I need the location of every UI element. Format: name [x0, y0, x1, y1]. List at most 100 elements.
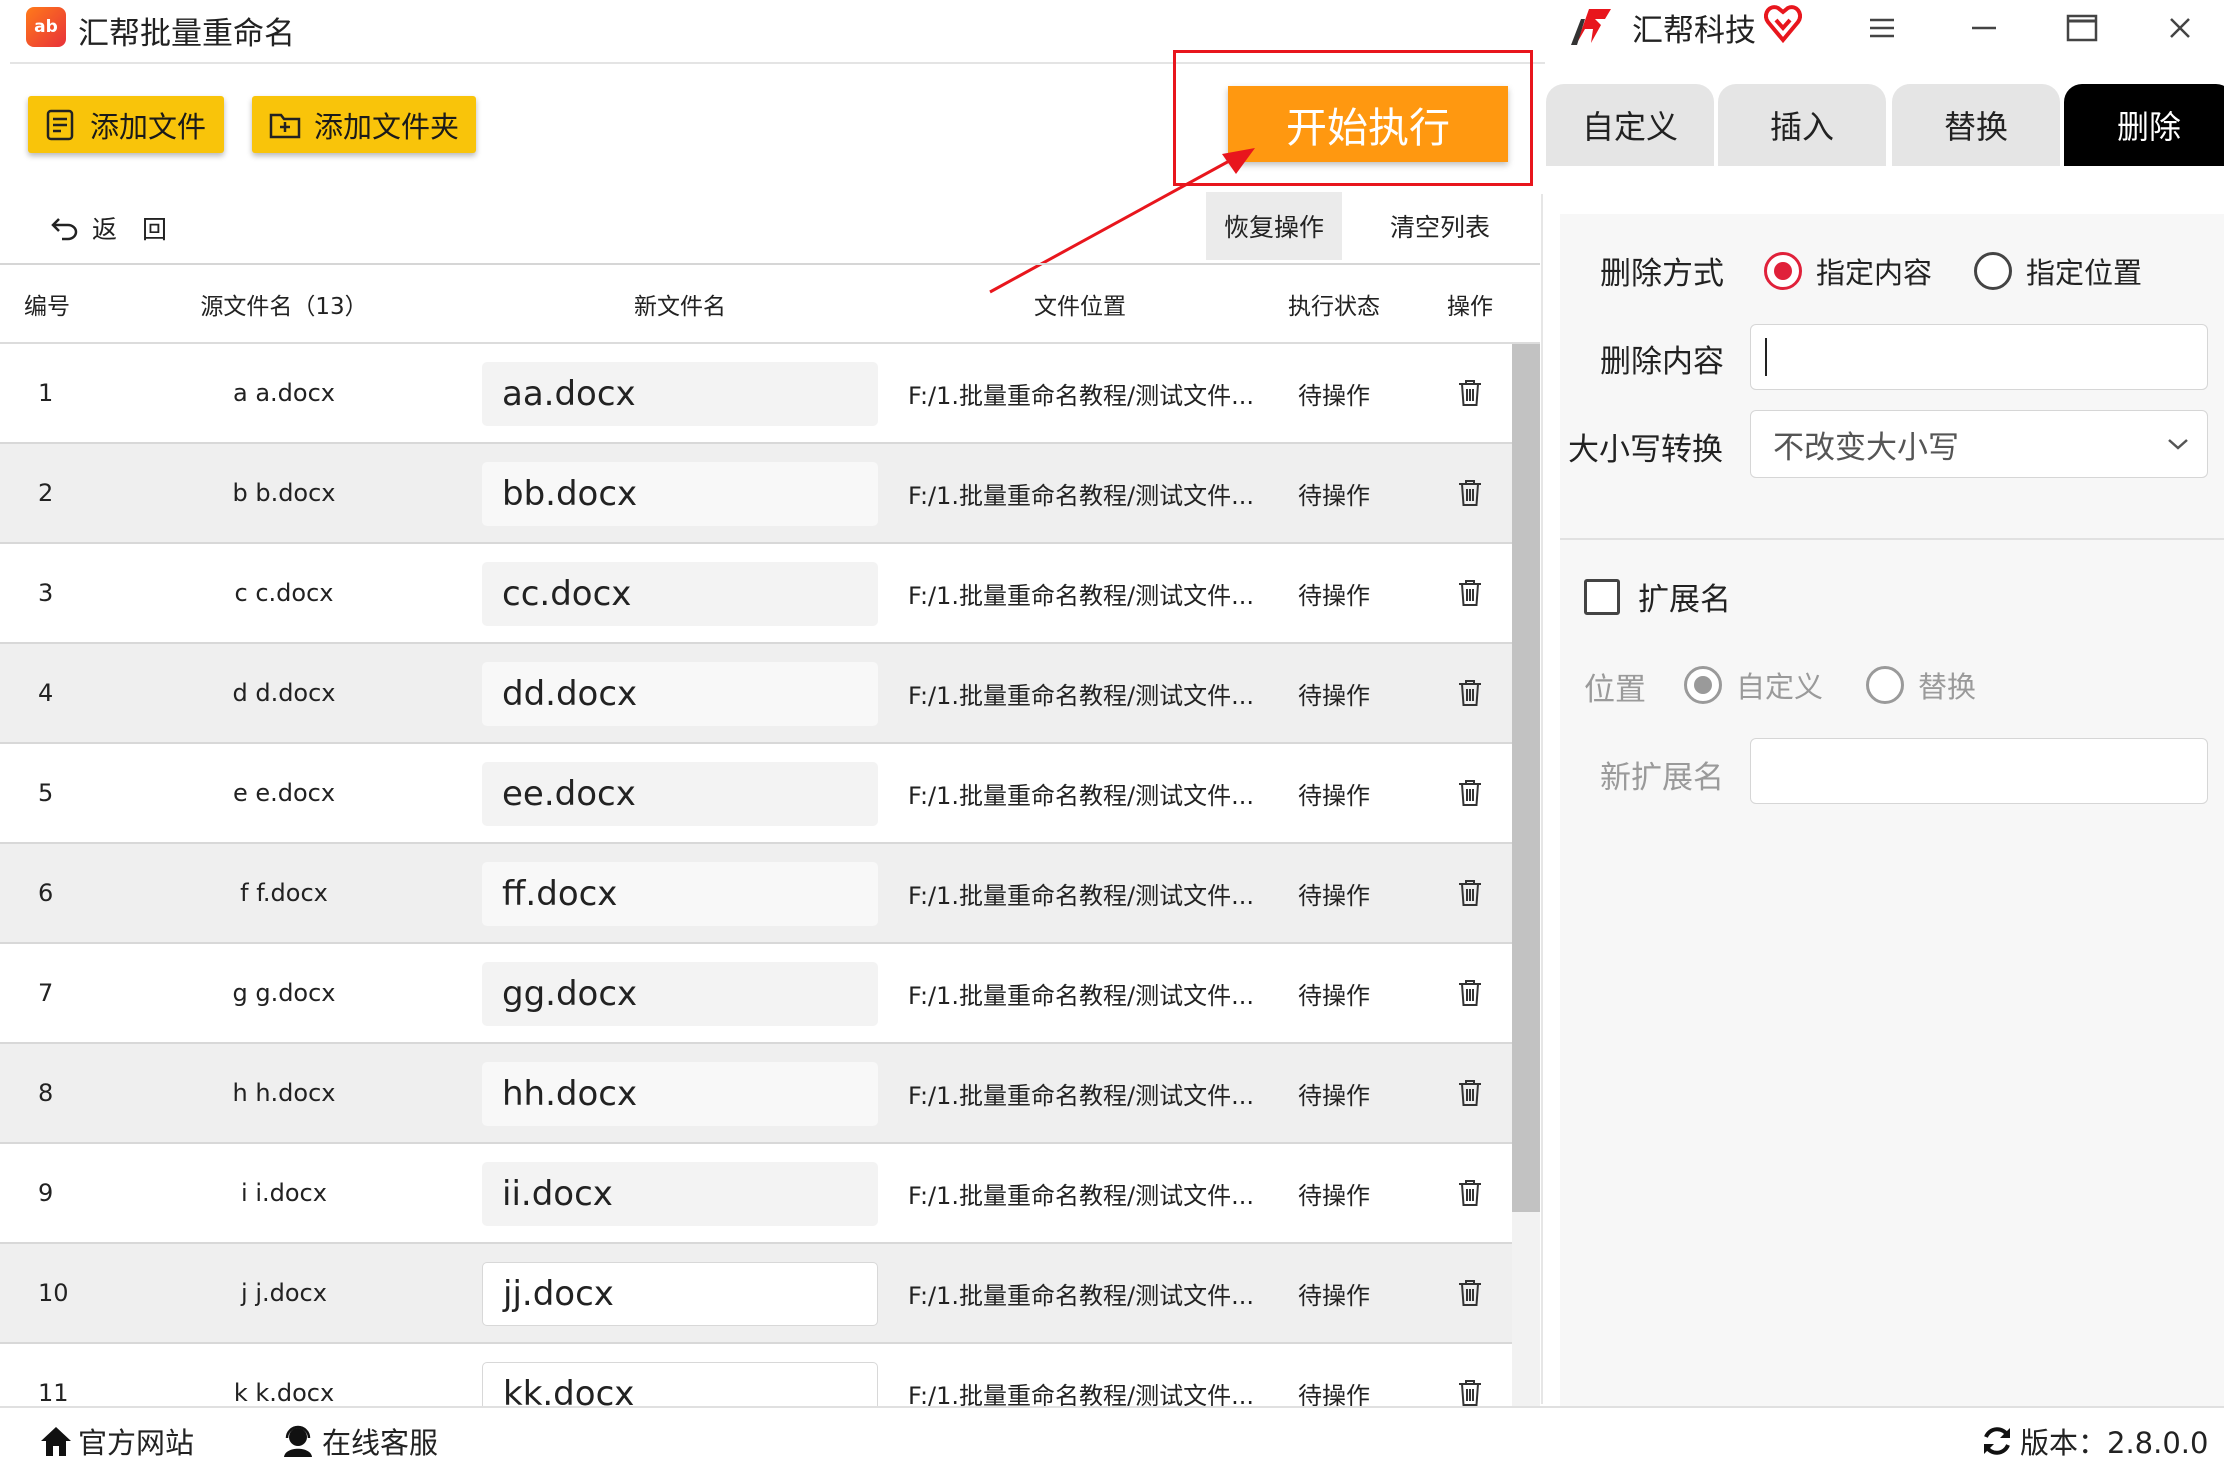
file-list-icon	[46, 109, 74, 140]
tab-insert[interactable]: 插入	[1718, 84, 1886, 166]
table-row: 10 j j.docx jj.docx F:/1.批量重命名教程/测试文件...…	[0, 1244, 1512, 1344]
table-row: 1 a a.docx aa.docx F:/1.批量重命名教程/测试文件... …	[0, 344, 1512, 444]
add-folder-button[interactable]: 添加文件夹	[252, 96, 476, 153]
row-source-name: d d.docx	[232, 679, 336, 707]
case-conversion-value: 不改变大小写	[1773, 429, 1959, 466]
trash-icon[interactable]	[1450, 1044, 1490, 1142]
radio-selected-icon	[1684, 666, 1722, 704]
radio-specified-position[interactable]: 指定位置	[1974, 250, 2142, 292]
back-button[interactable]: 返 回	[50, 208, 167, 248]
home-icon	[41, 1427, 71, 1456]
row-location: F:/1.批量重命名教程/测试文件...	[908, 681, 1254, 710]
restore-button[interactable]: 恢复操作	[1206, 192, 1342, 260]
row-status: 待操作	[1298, 781, 1370, 810]
row-source-name: k k.docx	[233, 1379, 335, 1406]
tab-custom[interactable]: 自定义	[1546, 84, 1714, 166]
new-extension-input[interactable]	[1750, 738, 2208, 804]
trash-icon[interactable]	[1450, 444, 1490, 542]
back-arrow-icon	[51, 218, 78, 241]
column-header-source: 源文件名（13）	[200, 294, 368, 320]
trash-icon[interactable]	[1450, 344, 1490, 442]
trash-icon[interactable]	[1450, 944, 1490, 1042]
row-location: F:/1.批量重命名教程/测试文件...	[908, 881, 1254, 910]
rule-tabs: 自定义 插入 替换 删除	[1542, 84, 2224, 166]
checkbox-unchecked-icon	[1584, 578, 1620, 615]
row-id: 7	[38, 979, 54, 1007]
row-location: F:/1.批量重命名教程/测试文件...	[908, 481, 1254, 510]
row-status: 待操作	[1298, 681, 1370, 710]
row-new-name-input[interactable]: ff.docx	[482, 862, 878, 926]
brand-name: 汇帮科技	[1632, 13, 1756, 49]
radio-extension-replace-label: 替换	[1918, 670, 1977, 704]
row-new-name-input[interactable]: hh.docx	[482, 1062, 878, 1126]
table-row: 7 g g.docx gg.docx F:/1.批量重命名教程/测试文件... …	[0, 944, 1512, 1044]
row-location: F:/1.批量重命名教程/测试文件...	[908, 1381, 1254, 1407]
online-service-link[interactable]: 在线客服	[280, 1420, 438, 1462]
table-scrollbar-thumb[interactable]	[1512, 344, 1540, 1212]
tab-replace[interactable]: 替换	[1892, 84, 2060, 166]
tab-delete[interactable]: 删除	[2064, 84, 2224, 166]
radio-selected-icon	[1764, 252, 1802, 290]
row-status: 待操作	[1298, 1281, 1370, 1310]
trash-icon[interactable]	[1450, 744, 1490, 842]
row-new-name-input[interactable]: jj.docx	[482, 1262, 878, 1326]
row-id: 2	[38, 479, 54, 507]
add-folder-label: 添加文件夹	[314, 109, 460, 144]
file-table-body: 1 a a.docx aa.docx F:/1.批量重命名教程/测试文件... …	[0, 344, 1512, 1406]
row-new-name-input[interactable]: kk.docx	[482, 1362, 878, 1406]
app-title: 汇帮批量重命名	[78, 16, 295, 52]
heart-icon[interactable]	[1764, 4, 1802, 44]
column-header-new-name: 新文件名	[634, 294, 726, 320]
row-new-name-input[interactable]: gg.docx	[482, 962, 878, 1026]
row-new-name-input[interactable]: cc.docx	[482, 562, 878, 626]
trash-icon[interactable]	[1450, 844, 1490, 942]
start-button[interactable]: 开始执行	[1228, 86, 1508, 162]
row-location: F:/1.批量重命名教程/测试文件...	[908, 1181, 1254, 1210]
table-header: 编号 源文件名（13） 新文件名 文件位置 执行状态 操作	[0, 265, 1540, 343]
radio-extension-custom-label: 自定义	[1736, 670, 1824, 704]
trash-icon[interactable]	[1450, 544, 1490, 642]
minimize-icon[interactable]	[1956, 8, 2012, 48]
row-location: F:/1.批量重命名教程/测试文件...	[908, 981, 1254, 1010]
column-header-location: 文件位置	[1034, 294, 1126, 320]
version-info[interactable]: 版本：2.8.0.0	[1980, 1420, 2208, 1462]
delete-mode-label: 删除方式	[1600, 256, 1724, 292]
delete-content-input[interactable]	[1750, 324, 2208, 390]
clear-list-button[interactable]: 清空列表	[1380, 192, 1500, 260]
delete-settings-panel	[1560, 214, 2224, 1406]
trash-icon[interactable]	[1450, 1344, 1490, 1406]
row-id: 10	[38, 1279, 69, 1307]
row-new-name-input[interactable]: dd.docx	[482, 662, 878, 726]
extension-checkbox[interactable]: 扩展名	[1584, 574, 1731, 619]
table-row: 6 f f.docx ff.docx F:/1.批量重命名教程/测试文件... …	[0, 844, 1512, 944]
row-source-name: a a.docx	[233, 379, 335, 407]
case-conversion-label: 大小写转换	[1568, 432, 1723, 468]
close-icon[interactable]	[2152, 8, 2208, 48]
row-status: 待操作	[1298, 1381, 1370, 1407]
radio-specified-content[interactable]: 指定内容	[1764, 250, 1932, 292]
radio-extension-replace[interactable]: 替换	[1866, 664, 1976, 706]
trash-icon[interactable]	[1450, 1244, 1490, 1342]
row-status: 待操作	[1298, 481, 1370, 510]
menu-icon[interactable]	[1854, 8, 1910, 48]
row-location: F:/1.批量重命名教程/测试文件...	[908, 1281, 1254, 1310]
maximize-icon[interactable]	[2054, 8, 2110, 48]
row-new-name-input[interactable]: bb.docx	[482, 462, 878, 526]
trash-icon[interactable]	[1450, 644, 1490, 742]
table-row: 4 d d.docx dd.docx F:/1.批量重命名教程/测试文件... …	[0, 644, 1512, 744]
row-new-name-input[interactable]: aa.docx	[482, 362, 878, 426]
radio-specified-position-label: 指定位置	[2026, 256, 2143, 290]
official-site-link[interactable]: 官方网站	[38, 1420, 194, 1462]
add-file-button[interactable]: 添加文件	[28, 96, 224, 153]
row-new-name-input[interactable]: ii.docx	[482, 1162, 878, 1226]
extension-position-label: 位置	[1584, 672, 1646, 708]
row-id: 8	[38, 1079, 54, 1107]
row-status: 待操作	[1298, 981, 1370, 1010]
table-row: 5 e e.docx ee.docx F:/1.批量重命名教程/测试文件... …	[0, 744, 1512, 844]
trash-icon[interactable]	[1450, 1144, 1490, 1242]
radio-specified-content-label: 指定内容	[1816, 256, 1933, 290]
row-new-name-input[interactable]: ee.docx	[482, 762, 878, 826]
row-status: 待操作	[1298, 881, 1370, 910]
case-conversion-select[interactable]: 不改变大小写	[1750, 410, 2208, 478]
radio-extension-custom[interactable]: 自定义	[1684, 664, 1823, 706]
